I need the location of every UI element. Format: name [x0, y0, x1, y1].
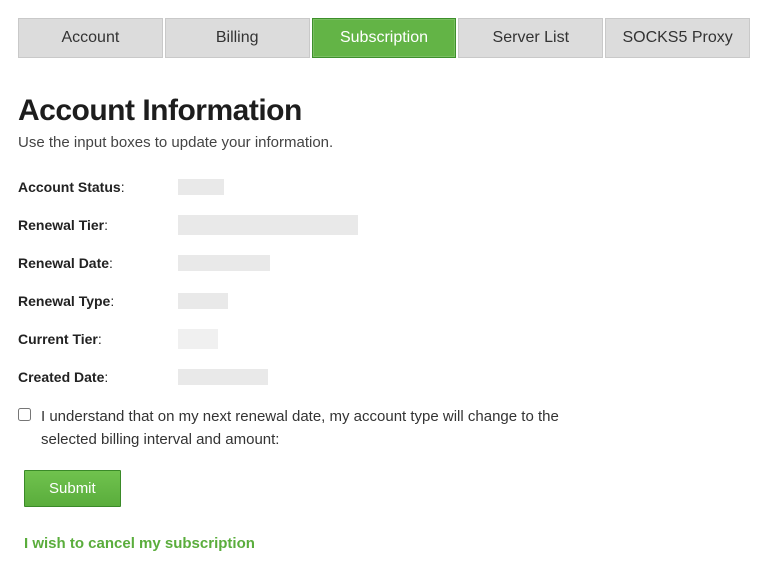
tab-subscription[interactable]: Subscription: [312, 18, 457, 58]
value-renewal-date: [178, 255, 270, 271]
tab-billing[interactable]: Billing: [165, 18, 310, 58]
field-current-tier: Current Tier:: [18, 327, 750, 351]
field-renewal-tier: Renewal Tier:: [18, 213, 750, 237]
value-account-status: [178, 179, 224, 195]
submit-button[interactable]: Submit: [24, 470, 121, 507]
tab-bar: Account Billing Subscription Server List…: [18, 18, 750, 58]
value-created-date: [178, 369, 268, 385]
tab-account[interactable]: Account: [18, 18, 163, 58]
field-created-date: Created Date:: [18, 365, 750, 389]
consent-text: I understand that on my next renewal dat…: [41, 405, 598, 452]
value-current-tier: [178, 329, 218, 349]
value-renewal-tier: [178, 215, 358, 235]
value-renewal-type: [178, 293, 228, 309]
label-renewal-type: Renewal Type: [18, 293, 110, 309]
consent-checkbox[interactable]: [18, 407, 31, 422]
page-title: Account Information: [18, 94, 750, 128]
tab-server-list[interactable]: Server List: [458, 18, 603, 58]
tab-socks5-proxy[interactable]: SOCKS5 Proxy: [605, 18, 750, 58]
label-created-date: Created Date: [18, 369, 104, 385]
label-renewal-tier: Renewal Tier: [18, 217, 104, 233]
label-current-tier: Current Tier: [18, 331, 98, 347]
label-account-status: Account Status: [18, 179, 121, 195]
field-account-status: Account Status:: [18, 175, 750, 199]
field-renewal-type: Renewal Type:: [18, 289, 750, 313]
label-renewal-date: Renewal Date: [18, 255, 109, 271]
cancel-subscription-link[interactable]: I wish to cancel my subscription: [24, 535, 255, 552]
field-renewal-date: Renewal Date:: [18, 251, 750, 275]
page-subtitle: Use the input boxes to update your infor…: [18, 134, 750, 151]
